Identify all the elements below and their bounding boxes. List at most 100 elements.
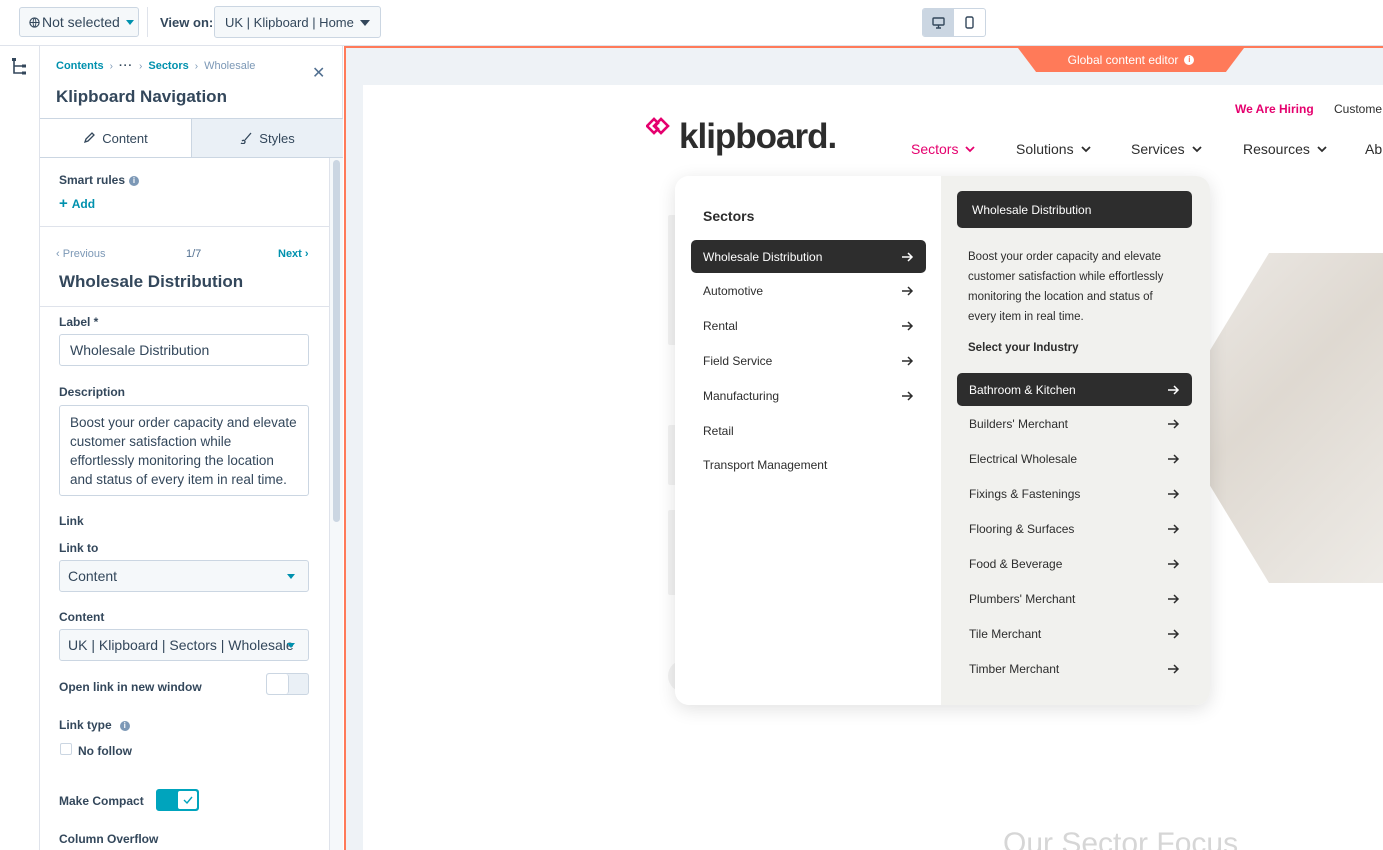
customer-link[interactable]: Custome: [1334, 102, 1382, 116]
sector-item-label: Retail: [703, 423, 734, 438]
plus-icon: +: [59, 195, 68, 212]
selected-sector-heading[interactable]: Wholesale Distribution: [957, 191, 1192, 228]
arrow-right-icon: [1168, 454, 1180, 464]
industry-item-label: Fixings & Fastenings: [969, 487, 1081, 502]
industry-item[interactable]: Flooring & Surfaces: [957, 513, 1192, 546]
column-overflow-label: Column Overflow: [59, 832, 159, 846]
tab-content-label: Content: [102, 130, 148, 146]
close-icon[interactable]: ✕: [312, 63, 325, 83]
tab-content[interactable]: Content: [40, 119, 191, 157]
breadcrumb-sectors[interactable]: Sectors: [148, 60, 188, 72]
open-new-window-toggle[interactable]: [266, 673, 309, 695]
divider: [147, 7, 148, 37]
sector-item[interactable]: Wholesale Distribution: [691, 240, 926, 273]
breadcrumb-current: Wholesale: [204, 60, 256, 72]
sector-item[interactable]: Retail: [691, 414, 926, 447]
tree-structure-icon[interactable]: [11, 58, 27, 76]
language-label: Not selected: [42, 14, 120, 30]
next-label: Next: [278, 248, 302, 260]
previous-button[interactable]: ‹ Previous: [56, 248, 106, 260]
sector-item-label: Rental: [703, 319, 738, 334]
industry-item[interactable]: Bathroom & Kitchen: [957, 373, 1192, 406]
link-section-label: Link: [59, 514, 84, 528]
link-to-label: Link to: [59, 541, 99, 555]
sector-item[interactable]: Rental: [691, 310, 926, 343]
nav-resources[interactable]: Resources: [1243, 141, 1327, 157]
arrow-right-icon: [902, 391, 914, 401]
industry-item-label: Plumbers' Merchant: [969, 591, 1076, 606]
sector-description: Boost your order capacity and elevate cu…: [968, 251, 1164, 323]
nav-about[interactable]: Ab: [1365, 141, 1382, 157]
desktop-view-button[interactable]: [923, 9, 954, 36]
mobile-view-button[interactable]: [954, 9, 985, 36]
content-select[interactable]: UK | Klipboard | Sectors | Wholesale: [59, 629, 309, 661]
sector-item[interactable]: Field Service: [691, 344, 926, 377]
open-new-window-label: Open link in new window: [59, 680, 202, 694]
info-icon[interactable]: i: [1184, 55, 1195, 65]
label-input[interactable]: Wholesale Distribution: [59, 334, 309, 366]
no-follow-checkbox[interactable]: [60, 743, 72, 755]
klipboard-logo[interactable]: klipboard.: [679, 117, 837, 157]
link-to-select[interactable]: Content: [59, 560, 309, 592]
chevron-down-icon: [125, 19, 134, 25]
view-on-value: UK | Klipboard | Home: [225, 15, 354, 30]
nav-services[interactable]: Services: [1131, 141, 1202, 157]
industry-item[interactable]: Plumbers' Merchant: [957, 582, 1192, 615]
nav-solutions[interactable]: Solutions: [1016, 141, 1091, 157]
page-preview: Global content editor i We Are Hiring Cu…: [344, 46, 1383, 850]
sector-item[interactable]: Transport Management: [691, 449, 926, 482]
klipboard-logo-icon: [646, 117, 670, 135]
sector-item[interactable]: Manufacturing: [691, 379, 926, 412]
caret-down-icon: [287, 574, 295, 579]
content-label: Content: [59, 610, 105, 624]
nav-sectors[interactable]: Sectors: [911, 141, 976, 157]
view-on-select[interactable]: UK | Klipboard | Home: [214, 6, 381, 38]
we-are-hiring-link[interactable]: We Are Hiring: [1235, 102, 1314, 116]
nav-about-label: Ab: [1365, 141, 1383, 157]
tab-styles[interactable]: Styles: [191, 119, 343, 157]
chevron-down-icon: [1080, 145, 1091, 152]
toggle-knob: [177, 790, 198, 810]
make-compact-toggle[interactable]: [156, 789, 199, 811]
industry-item[interactable]: Food & Beverage: [957, 548, 1192, 581]
previous-label: Previous: [62, 248, 106, 260]
chevron-right-icon: ›: [301, 248, 309, 260]
industry-item[interactable]: Tile Merchant: [957, 617, 1192, 650]
link-type-text: Link type: [59, 718, 112, 732]
next-button[interactable]: Next ›: [278, 248, 309, 260]
divider: [40, 306, 329, 307]
global-content-editor-tab[interactable]: Global content editor i: [1018, 48, 1244, 72]
sector-item[interactable]: Automotive: [691, 275, 926, 308]
info-icon[interactable]: i: [119, 721, 130, 731]
industry-item[interactable]: Electrical Wholesale: [957, 443, 1192, 476]
arrow-right-icon: [1168, 524, 1180, 534]
arrow-right-icon: [1168, 419, 1180, 429]
tab-styles-label: Styles: [259, 130, 295, 146]
breadcrumb-ellipsis[interactable]: ···: [119, 60, 133, 72]
nav-services-label: Services: [1131, 141, 1185, 157]
chevron-down-icon: [1192, 145, 1202, 152]
industry-item[interactable]: Builders' Merchant: [957, 408, 1192, 441]
scrollbar[interactable]: [329, 158, 343, 850]
arrow-right-icon: [902, 356, 914, 366]
sectors-mega-menu: Sectors Wholesale Distribution Automotive…: [675, 176, 1210, 705]
breadcrumb-contents[interactable]: Contents: [56, 60, 104, 72]
industry-item-label: Food & Beverage: [969, 557, 1063, 571]
industry-item[interactable]: Fixings & Fastenings: [957, 478, 1192, 511]
add-smart-rule-button[interactable]: + Add: [59, 195, 95, 212]
make-compact-label: Make Compact: [59, 794, 144, 808]
nav-resources-label: Resources: [1243, 141, 1310, 157]
arrow-right-icon: [1168, 594, 1180, 604]
caret-down-icon: [287, 643, 295, 648]
item-title: Wholesale Distribution: [59, 272, 244, 291]
panel-title: Klipboard Navigation: [56, 87, 227, 106]
industry-item-label: Bathroom & Kitchen: [969, 382, 1076, 397]
arrow-right-icon: [1168, 384, 1180, 395]
chevron-left-icon: ‹: [56, 248, 63, 260]
mobile-icon: [965, 16, 974, 29]
industry-item[interactable]: Timber Merchant: [957, 652, 1192, 685]
scrollbar-thumb[interactable]: [333, 160, 340, 522]
language-selector[interactable]: Not selected: [19, 7, 139, 37]
description-textarea[interactable]: Boost your order capacity and elevate cu…: [59, 405, 309, 496]
info-icon[interactable]: i: [129, 176, 140, 186]
